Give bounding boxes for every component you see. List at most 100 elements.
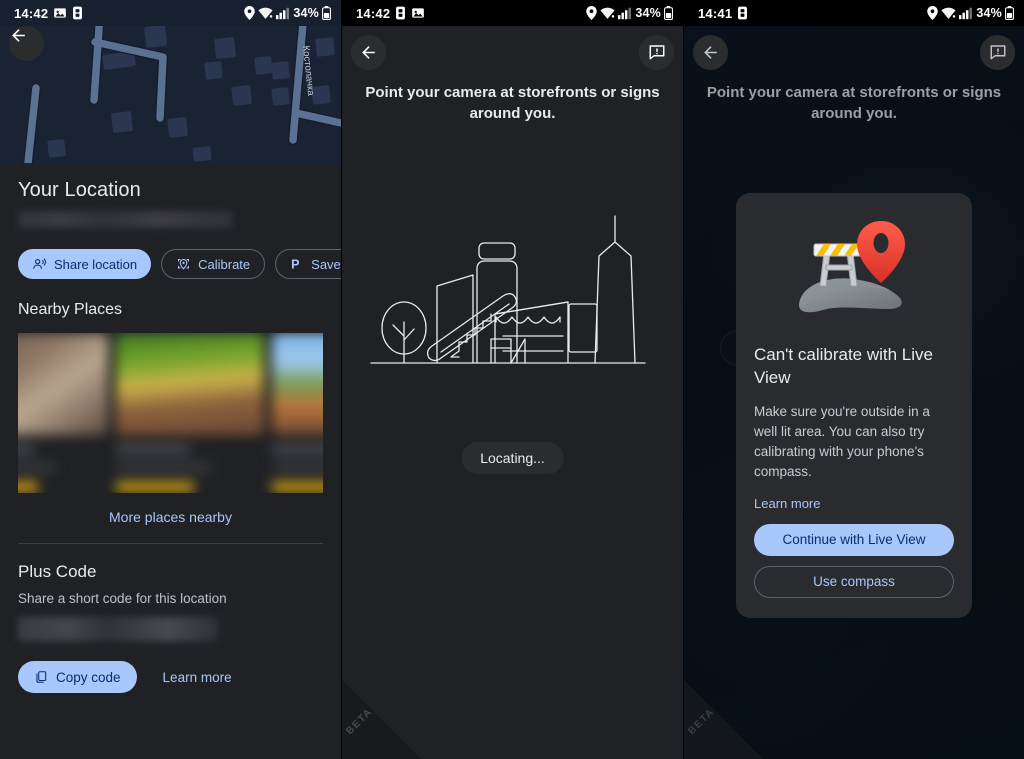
feedback-button[interactable] <box>639 34 674 70</box>
use-compass-button[interactable]: Use compass <box>754 565 954 598</box>
address-redacted <box>18 211 233 228</box>
copy-icon <box>34 670 48 684</box>
status-time: 14:42 <box>14 5 49 21</box>
place-rating-stars <box>272 482 323 492</box>
copy-code-label: Copy code <box>56 669 121 685</box>
battery-percent: 34% <box>976 6 1002 20</box>
status-time: 14:41 <box>698 5 733 21</box>
wifi-icon <box>600 7 615 20</box>
back-button[interactable] <box>351 34 386 70</box>
copy-code-button[interactable]: Copy code <box>18 661 137 693</box>
plus-code-section: Plus Code Share a short code for this lo… <box>0 544 341 693</box>
place-photo <box>116 333 264 435</box>
battery-icon <box>664 6 673 20</box>
list-item[interactable] <box>116 333 264 493</box>
plus-code-title: Plus Code <box>18 562 97 581</box>
place-name-redacted <box>116 444 190 455</box>
place-rating-stars <box>116 482 194 492</box>
status-bar-right: 34% <box>927 6 1014 20</box>
signal-icon <box>959 7 973 20</box>
nearby-places-heading: Nearby Places <box>18 301 123 318</box>
wifi-icon <box>941 7 956 20</box>
plus-code-learn-more-link[interactable]: Learn more <box>163 670 232 685</box>
live-view-hint: Point your camera at storefronts or sign… <box>706 84 1002 123</box>
sim-card-icon <box>72 6 83 20</box>
place-meta-redacted <box>272 463 323 472</box>
chip-calibrate[interactable]: Calibrate <box>161 249 266 279</box>
place-meta-redacted <box>116 463 212 472</box>
back-button[interactable] <box>693 34 728 70</box>
parking-p-icon: P <box>290 257 304 272</box>
photo-icon <box>53 6 67 20</box>
nearby-places-carousel[interactable] <box>18 333 323 493</box>
battery-icon <box>322 6 331 20</box>
calibrate-compass-icon <box>176 257 191 272</box>
back-arrow-icon <box>359 43 378 62</box>
dialog-title: Can't calibrate with Live View <box>754 345 933 387</box>
screenshot-triptych: 14:42 34% Костолачка Your Location Share… <box>0 0 1024 759</box>
status-bar-left: 14:41 <box>698 6 748 21</box>
status-bar: 14:42 34% <box>0 0 341 26</box>
sim-card-icon <box>395 6 406 20</box>
dialog-body: Make sure you're outside in a well lit a… <box>754 404 930 479</box>
status-bar-right: 34% <box>244 6 331 20</box>
sim-card-icon <box>737 6 748 20</box>
live-view-toolbar <box>342 26 683 78</box>
place-name-redacted <box>18 444 34 455</box>
live-view-toolbar <box>684 26 1024 78</box>
chip-save-parking[interactable]: P Save parl <box>275 249 341 279</box>
continue-with-live-view-button[interactable]: Continue with Live View <box>754 523 954 556</box>
status-time: 14:42 <box>356 5 391 21</box>
place-rating-stars <box>18 482 38 492</box>
feedback-button[interactable] <box>980 34 1015 70</box>
back-button[interactable] <box>9 26 44 61</box>
signal-icon <box>276 7 290 20</box>
chip-share-location[interactable]: Share location <box>18 249 152 279</box>
battery-percent: 34% <box>293 6 319 20</box>
location-pin-icon <box>586 6 598 20</box>
live-view-hint: Point your camera at storefronts or sign… <box>365 84 660 123</box>
plus-code-value-redacted <box>18 617 218 641</box>
plus-code-subtitle: Share a short code for this location <box>18 591 227 606</box>
dialog-learn-more-link[interactable]: Learn more <box>754 496 954 511</box>
road-closed-pin-illustration <box>754 213 954 328</box>
place-name-redacted <box>272 444 323 455</box>
status-bar-right: 34% <box>586 6 673 20</box>
battery-percent: 34% <box>635 6 661 20</box>
wifi-icon <box>258 7 273 20</box>
signal-icon <box>618 7 632 20</box>
panel-live-view: 14:42 34% Point your camera at storefron… <box>341 0 683 759</box>
back-arrow-icon <box>701 43 720 62</box>
status-bar: 14:41 34% <box>684 0 1024 26</box>
city-street-line-art-illustration <box>342 196 683 401</box>
status-bar-left: 14:42 <box>14 6 83 21</box>
action-chip-row: Share location Calibrate P Save <box>18 249 341 279</box>
list-item[interactable] <box>272 333 323 493</box>
page-title: Your Location <box>18 179 141 201</box>
status-bar: 14:42 34% <box>342 0 683 26</box>
panel-your-location: 14:42 34% Костолачка Your Location Share… <box>0 0 341 759</box>
list-item[interactable] <box>18 333 108 493</box>
photo-icon <box>411 6 425 20</box>
place-meta-redacted <box>18 463 56 472</box>
feedback-icon <box>989 43 1007 61</box>
calibration-dialog: Can't calibrate with Live View Make sure… <box>736 193 972 618</box>
location-pin-icon <box>244 6 256 20</box>
battery-icon <box>1005 6 1014 20</box>
plus-code-actions: Copy code Learn more <box>18 661 323 693</box>
location-bottom-sheet: Your Location Share location Calibrate P… <box>0 163 341 759</box>
share-location-icon <box>32 257 47 272</box>
place-photo <box>18 333 108 435</box>
svg-text:P: P <box>291 257 299 271</box>
status-bar-left: 14:42 <box>356 6 425 21</box>
location-pin-icon <box>927 6 939 20</box>
chip-label: Calibrate <box>198 256 251 272</box>
place-photo <box>272 333 323 435</box>
beta-watermark: BETA <box>342 647 454 759</box>
chip-label: Share location <box>54 256 138 272</box>
chip-label: Save parl <box>311 256 341 272</box>
more-places-nearby-link[interactable]: More places nearby <box>18 509 323 525</box>
feedback-icon <box>648 43 666 61</box>
locating-status-chip: Locating... <box>461 442 564 474</box>
beta-watermark-label: BETA <box>344 706 375 737</box>
